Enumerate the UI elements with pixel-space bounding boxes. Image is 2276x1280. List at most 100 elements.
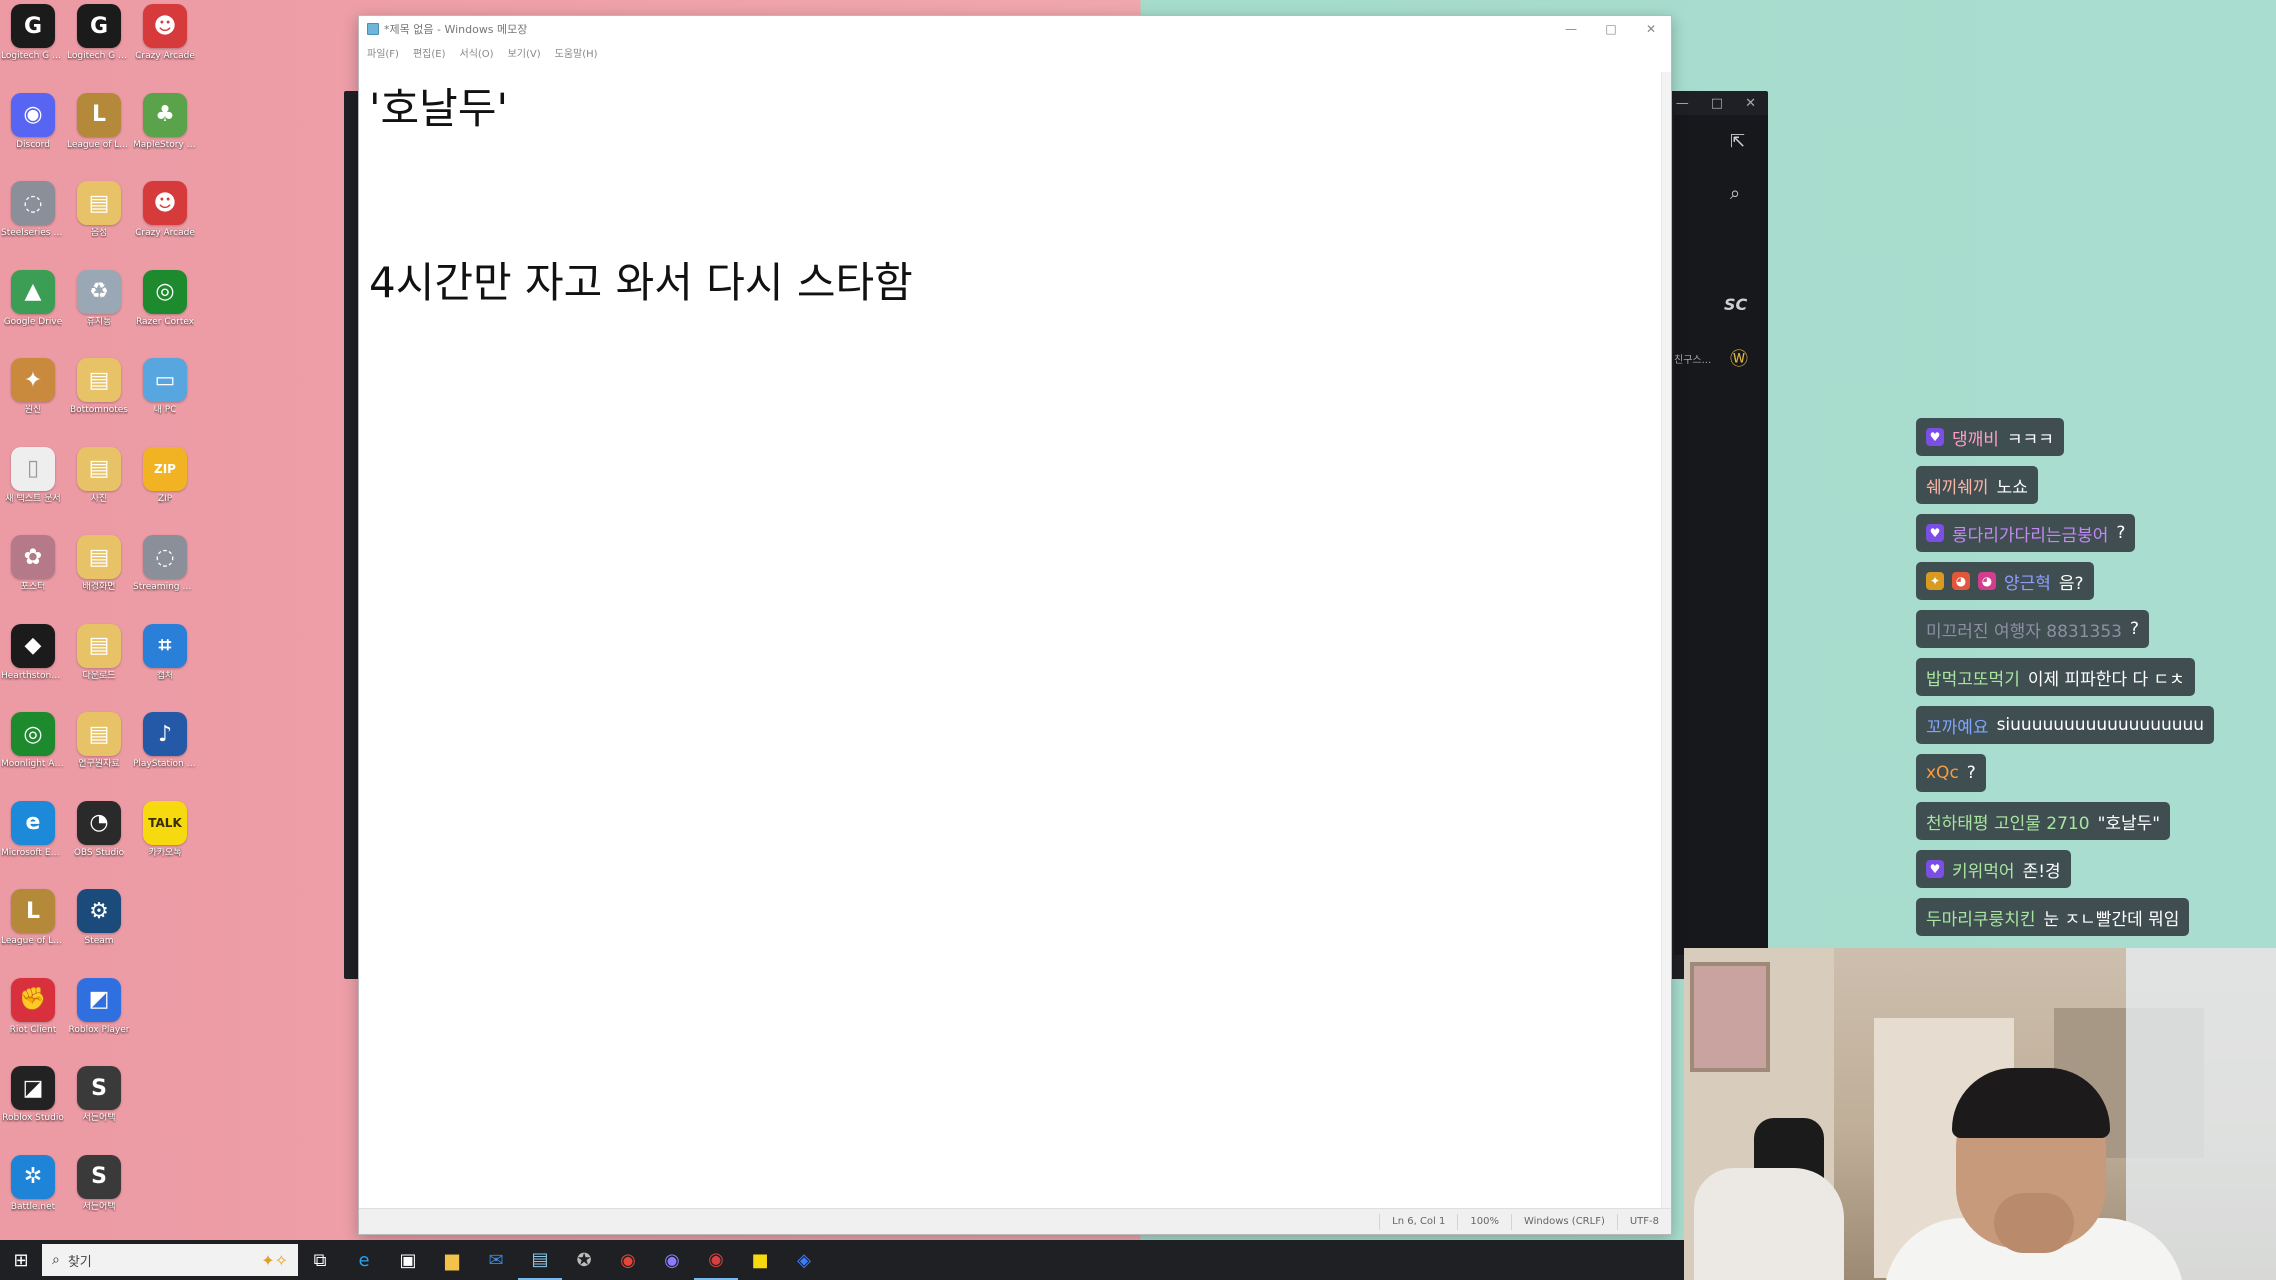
chat-nickname: 양근혁 — [2004, 573, 2051, 594]
app-icon: ▯ — [11, 446, 55, 491]
desktop-icon[interactable]: ♻ 휴지통 — [66, 266, 132, 355]
taskbar: ⊞ ⌕ 찾기 ✦✧ ⧉ e ▣ ▆ ✉ ▤ ✪ ◉ ◉ ◉ ■ ◈ — [0, 1240, 1684, 1280]
desktop-icon[interactable]: ZIP ZIP — [132, 443, 198, 532]
taskbar-discord-icon[interactable]: ◉ — [650, 1240, 694, 1280]
search-icon: ⌕ — [52, 1252, 60, 1268]
menu-item[interactable]: 보기(V) — [508, 45, 541, 60]
desktop-icon[interactable]: ▤ Bottomnotes — [66, 354, 132, 443]
menu-item[interactable]: 편집(E) — [413, 45, 446, 60]
desktop-icon[interactable]: ▲ Google Drive — [0, 266, 66, 355]
desktop-icon[interactable]: ☻ Crazy Arcade — [132, 177, 198, 266]
desktop-icon[interactable]: ♣ MapleStory Worlds — [132, 89, 198, 178]
taskbar-edge-icon[interactable]: e — [342, 1240, 386, 1280]
desktop-icon[interactable]: ◆ Hearthstone Deck Tracker — [0, 620, 66, 709]
minimize-icon[interactable]: — — [1676, 96, 1689, 111]
desktop-icon-label: Razer Cortex — [135, 316, 195, 327]
minimize-icon[interactable]: — — [1551, 16, 1591, 42]
desktop-icon[interactable]: ◌ Streaming Center — [132, 531, 198, 620]
chat-badge-icon: ♥ — [1926, 524, 1944, 542]
desktop-icon[interactable]: S 서든어택 — [66, 1062, 132, 1151]
taskbar-app-gear-icon[interactable]: ✪ — [562, 1240, 606, 1280]
taskbar-store-icon[interactable]: ▣ — [386, 1240, 430, 1280]
menu-item[interactable]: 도움말(H) — [555, 45, 598, 60]
chat-message: ✦ ◕ ◕ 양근혁 음? — [1916, 562, 2094, 600]
chat-text: 이제 피파한다 다 ㄷㅊ — [2027, 669, 2185, 690]
desktop-icon[interactable]: ◎ Moonlight App — [0, 708, 66, 797]
maximize-icon[interactable]: □ — [1711, 96, 1723, 111]
desktop-icon[interactable]: ▤ 연구원자료 — [66, 708, 132, 797]
desktop-icon[interactable]: S 서든어택 — [66, 1151, 132, 1240]
windows-logo-icon: ⊞ — [13, 1249, 29, 1271]
desktop-icon[interactable]: L League of Legends PBE — [0, 885, 66, 974]
taskbar-mail-icon[interactable]: ✉ — [474, 1240, 518, 1280]
desktop-icon[interactable]: ✲ Battle.net — [0, 1151, 66, 1240]
app-icon: ◎ — [11, 712, 55, 756]
app-icon: L — [11, 889, 55, 933]
desktop-icon[interactable]: ▭ 내 PC — [132, 354, 198, 443]
desktop-icon[interactable]: ▤ 사진 — [66, 443, 132, 532]
app-icon: ☻ — [143, 4, 187, 48]
desktop-icon-label: Microsoft Edge — [1, 847, 65, 858]
menu-item[interactable]: 서식(O) — [460, 45, 494, 60]
desktop-icon[interactable]: ▤ 배경화면 — [66, 531, 132, 620]
notepad-scrollbar[interactable] — [1661, 72, 1671, 1208]
desktop-icon[interactable]: ✊ Riot Client — [0, 974, 66, 1063]
desktop-icon[interactable]: G Logitech G HUB — [0, 0, 66, 89]
desktop-icon[interactable]: e Microsoft Edge — [0, 797, 66, 886]
encoding: UTF-8 — [1616, 1213, 1671, 1230]
desktop-icon[interactable]: G Logitech G HUB — [66, 0, 132, 89]
search-icon[interactable]: ⌕ — [1730, 183, 1740, 204]
chat-nickname: 댕깨비 — [1952, 429, 1999, 450]
chat-badge-icon: ✦ — [1926, 572, 1944, 590]
desktop-icon-label: 서든어택 — [82, 1113, 116, 1123]
starcraft-icon[interactable]: SC — [1724, 295, 1747, 314]
desktop-icon[interactable]: ◪ Roblox Studio — [0, 1062, 66, 1151]
desktop-icon[interactable]: ⌗ 캡처 — [132, 620, 198, 709]
external-link-icon[interactable]: ⇱ — [1730, 131, 1745, 152]
chat-text: "호날두" — [2097, 813, 2161, 834]
notepad-text-area[interactable]: '호날두' 4시간만 자고 와서 다시 스타함 — [359, 72, 1661, 1208]
app-icon: ♻ — [77, 269, 121, 314]
taskbar-chrome-icon[interactable]: ◉ — [606, 1240, 650, 1280]
menu-item[interactable]: 파일(F) — [367, 45, 399, 60]
warcraft-icon[interactable]: Ⓦ — [1730, 345, 1748, 371]
desktop-icon[interactable]: ◩ Roblox Player — [66, 974, 132, 1063]
app-icon: e — [11, 800, 55, 845]
notepad-window[interactable]: *제목 없음 - Windows 메모장 — □ ✕ 파일(F) 편집(E) 서식(… — [358, 15, 1672, 1235]
desktop-icon[interactable]: ◌ Steelseries GG — [0, 177, 66, 266]
desktop-icon[interactable]: ☻ Crazy Arcade — [132, 0, 198, 89]
chat-text: 눈 ㅈㄴ빨간데 뭐임 — [2043, 909, 2180, 930]
taskbar-obs-icon[interactable]: ◉ — [694, 1240, 738, 1280]
desktop-icon-label: League of Legends — [67, 139, 131, 150]
close-icon[interactable]: ✕ — [1745, 96, 1756, 111]
line-ending: Windows (CRLF) — [1510, 1213, 1617, 1230]
desktop-icon-label: PlayStation Accessories — [133, 759, 197, 769]
chat-badge-icon: ♥ — [1926, 860, 1944, 878]
taskbar-task-view-icon[interactable]: ⧉ — [298, 1240, 342, 1280]
desktop-icon[interactable]: L League of Legends — [66, 89, 132, 178]
desktop-icon[interactable]: ◔ OBS Studio — [66, 797, 132, 886]
taskbar-file-explorer-icon[interactable]: ▆ — [430, 1240, 474, 1280]
desktop-icon[interactable]: ◎ Razer Cortex — [132, 266, 198, 355]
desktop-icon-label: Crazy Arcade — [135, 228, 195, 238]
desktop-icon-grid: G Logitech G HUB G Logitech G HUB ☻ Crazy Arc… — [0, 0, 210, 1240]
desktop-icon[interactable]: ◉ Discord — [0, 89, 66, 178]
desktop-icon[interactable]: ▯ 새 텍스트 문서 — [0, 443, 66, 532]
maximize-icon[interactable]: □ — [1591, 16, 1631, 42]
desktop-icon[interactable]: ✦ 원신 — [0, 354, 66, 443]
desktop-icon[interactable]: ♪ PlayStation Accessories — [132, 708, 198, 797]
taskbar-notepad-icon[interactable]: ▤ — [518, 1240, 562, 1280]
taskbar-kakaotalk-icon[interactable]: ■ — [738, 1240, 782, 1280]
start-button[interactable]: ⊞ — [0, 1240, 42, 1280]
desktop-icon[interactable]: ▤ 다운로드 — [66, 620, 132, 709]
taskbar-app-blue-icon[interactable]: ◈ — [782, 1240, 826, 1280]
app-icon: ZIP — [143, 446, 187, 491]
desktop-icon[interactable]: TALK 카카오톡 — [132, 797, 198, 886]
taskbar-search-box[interactable]: ⌕ 찾기 ✦✧ — [42, 1244, 298, 1276]
chat-badge-icon: ◕ — [1978, 572, 1996, 590]
close-icon[interactable]: ✕ — [1631, 16, 1671, 42]
app-icon: G — [11, 4, 55, 48]
desktop-icon[interactable]: ▤ 음성 — [66, 177, 132, 266]
desktop-icon[interactable]: ✿ 포스터 — [0, 531, 66, 620]
desktop-icon[interactable]: ⚙ Steam — [66, 885, 132, 974]
